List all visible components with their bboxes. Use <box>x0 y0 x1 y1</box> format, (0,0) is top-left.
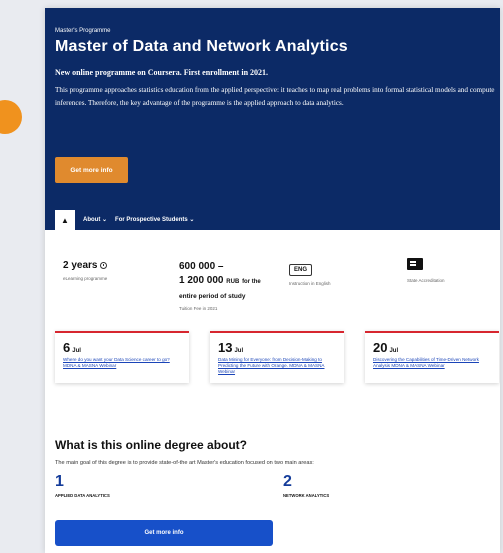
area-label: APPLIED DATA ANALYTICS <box>55 493 110 498</box>
event-day: 20 <box>373 340 388 355</box>
area-label: NETWORK ANALYTICS <box>283 493 330 498</box>
event-title[interactable]: Where do you want your Data Science care… <box>63 357 181 369</box>
accreditation-label: State Accreditation <box>407 278 445 283</box>
home-icon: ▲ <box>61 215 69 225</box>
event-card[interactable]: 20 Jul Discovering the Capabilities of Ti… <box>365 331 499 383</box>
degree-section-text: The main goal of this degree is to provi… <box>55 460 314 466</box>
programme-page: Master's Programme Master of Data and Ne… <box>45 8 500 553</box>
hero-banner: Master's Programme Master of Data and Ne… <box>45 8 500 230</box>
area-number: 2 <box>283 473 292 490</box>
fact-duration: 2 years eLearning programme <box>63 260 108 281</box>
event-day: 6 <box>63 340 71 355</box>
event-day: 13 <box>218 340 233 355</box>
event-month: Jul <box>72 348 81 354</box>
decorative-orange-dot <box>0 100 22 134</box>
section-tabs: ▲ About ⌄ For Prospective Students ⌄ <box>45 206 194 230</box>
area-number: 1 <box>55 473 64 490</box>
event-title[interactable]: Data Mining for Everyone: from Decision-… <box>218 357 336 375</box>
language-badge: ENG <box>289 264 313 276</box>
event-card[interactable]: 13 Jul Data Mining for Everyone: from Dec… <box>210 331 344 383</box>
event-card[interactable]: 6 Jul Where do you want your Data Science… <box>55 331 189 383</box>
price-period: entire period of study <box>179 293 246 300</box>
duration-value: 2 years <box>63 260 98 271</box>
degree-section-title: What is this online degree about? <box>55 438 248 452</box>
get-more-info-button-bottom[interactable]: Get more info <box>55 520 273 546</box>
accreditation-icon <box>407 258 423 270</box>
page-title: Master of Data and Network Analytics <box>55 38 348 55</box>
event-title[interactable]: Discovering the Capabilities of Time-Dri… <box>373 357 491 369</box>
language-label: Instruction in English <box>289 281 331 286</box>
duration-label: eLearning programme <box>63 276 108 281</box>
tab-prospective-students[interactable]: For Prospective Students ⌄ <box>115 210 194 230</box>
tab-about[interactable]: About ⌄ <box>83 210 107 230</box>
area-item: 1 APPLIED DATA ANALYTICS <box>55 473 110 498</box>
hero-subtitle: New online programme on Coursera. First … <box>55 68 269 77</box>
price-amount: 1 200 000 <box>179 275 224 286</box>
price-line1: 600 000 – <box>179 261 224 272</box>
programme-facts: 2 years eLearning programme 600 000 – 1 … <box>45 230 500 330</box>
price-for-the: for the <box>242 279 261 285</box>
area-item: 2 NETWORK ANALYTICS <box>283 473 329 498</box>
fact-accreditation: State Accreditation <box>407 258 445 283</box>
get-more-info-button[interactable]: Get more info <box>55 157 128 183</box>
fact-language: ENG Instruction in English <box>289 258 331 286</box>
price-label: Tuition Fee in 2021 <box>179 306 218 311</box>
event-month: Jul <box>234 348 244 354</box>
price-currency: RUB <box>226 279 240 285</box>
fact-price: 600 000 – 1 200 000 RUB for the entire p… <box>179 260 289 311</box>
clock-icon <box>100 261 108 269</box>
tab-home[interactable]: ▲ <box>55 210 75 230</box>
hero-description: This programme approaches statistics edu… <box>55 86 495 107</box>
hero-eyebrow: Master's Programme <box>55 28 111 34</box>
event-month: Jul <box>389 348 399 354</box>
